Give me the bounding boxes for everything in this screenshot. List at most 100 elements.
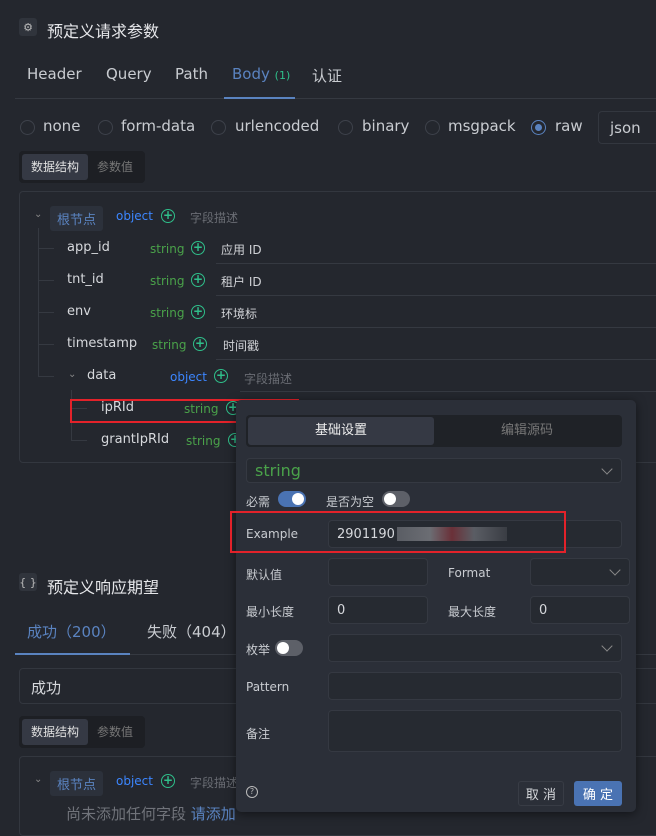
tab-auth[interactable]: 认证 <box>312 65 342 86</box>
chevron-down-icon[interactable]: ⌄ <box>34 209 42 220</box>
braces-icon: { } <box>19 573 37 591</box>
add-icon[interactable]: + <box>214 369 228 383</box>
required-toggle[interactable] <box>278 491 306 507</box>
enum-label: 枚举 <box>246 643 271 657</box>
tab-source[interactable]: 编辑源码 <box>434 417 620 445</box>
type-select[interactable]: string <box>246 458 622 483</box>
highlight-box <box>230 511 566 553</box>
tab-header[interactable]: Header <box>27 65 82 83</box>
type-label[interactable]: object <box>170 370 207 384</box>
radio-label: raw <box>555 117 583 135</box>
empty-text: 尚未添加任何字段 请添加 <box>66 803 236 824</box>
tab-indicator <box>15 653 130 655</box>
note-textarea[interactable] <box>328 710 622 752</box>
chevron-down-icon[interactable]: ⌄ <box>34 774 42 785</box>
format-label: Format <box>448 566 491 580</box>
desc-input[interactable]: 字段描述 <box>190 774 238 791</box>
tab-fail[interactable]: 失败（404） <box>147 621 236 642</box>
radio-form-data[interactable] <box>98 120 113 135</box>
tab-basic[interactable]: 基础设置 <box>248 417 434 445</box>
tab-label: Body <box>232 65 270 83</box>
view-toggle: 数据结构 参数值 <box>19 716 146 748</box>
enum-toggle[interactable] <box>275 640 303 656</box>
type-label[interactable]: string <box>150 274 184 288</box>
chevron-down-icon <box>609 564 621 576</box>
desc-input[interactable]: 字段描述 <box>244 370 292 387</box>
field-name[interactable]: timestamp <box>67 336 137 351</box>
field-desc[interactable]: 租户 ID <box>221 273 262 290</box>
default-label: 默认值 <box>246 568 283 582</box>
add-icon[interactable]: + <box>193 337 207 351</box>
radio-label: urlencoded <box>235 117 320 135</box>
field-name[interactable]: grantIpRId <box>101 432 169 447</box>
field-desc[interactable]: 时间戳 <box>223 337 259 354</box>
tab-body[interactable]: Body (1) <box>232 65 290 83</box>
add-icon[interactable]: + <box>161 209 175 223</box>
tab-success[interactable]: 成功（200） <box>27 621 116 642</box>
help-icon[interactable]: ? <box>246 786 258 798</box>
type-label[interactable]: string <box>186 434 220 448</box>
section-title: 预定义请求参数 <box>47 22 160 41</box>
radio-msgpack[interactable] <box>425 120 440 135</box>
tab-indicator <box>224 97 295 99</box>
confirm-button[interactable]: 确 定 <box>574 781 622 806</box>
field-name[interactable]: data <box>87 368 116 383</box>
enum-select[interactable] <box>328 634 622 662</box>
radio-raw[interactable] <box>531 120 546 135</box>
field-name[interactable]: tnt_id <box>67 272 104 287</box>
type-label[interactable]: string <box>150 306 184 320</box>
field-name[interactable]: env <box>67 304 91 319</box>
add-icon[interactable]: + <box>191 241 205 255</box>
radio-label: msgpack <box>448 117 516 135</box>
field-desc[interactable]: 应用 ID <box>221 241 262 258</box>
type-label[interactable]: string <box>150 242 184 256</box>
chevron-down-icon <box>601 462 613 475</box>
radio-binary[interactable] <box>338 120 353 135</box>
radio-label: none <box>43 117 81 135</box>
section-title: 预定义响应期望 <box>47 578 160 597</box>
max-length-label: 最大长度 <box>448 605 497 619</box>
type-label[interactable]: object <box>116 209 153 223</box>
type-value: string <box>255 461 301 480</box>
field-name[interactable]: app_id <box>67 240 110 255</box>
field-settings-popup: 基础设置 编辑源码 string 必需 是否为空 Example 2901190… <box>230 400 636 812</box>
root-node[interactable]: 根节点 <box>50 771 104 796</box>
add-icon[interactable]: + <box>191 305 205 319</box>
tab-values[interactable]: 参数值 <box>88 154 142 180</box>
type-label[interactable]: string <box>152 338 186 352</box>
tab-structure[interactable]: 数据结构 <box>22 719 89 745</box>
format-select[interactable] <box>530 558 630 586</box>
sliders-icon: ⚙ <box>19 18 37 36</box>
add-icon[interactable]: + <box>191 273 205 287</box>
type-label[interactable]: object <box>116 774 153 788</box>
raw-format-select[interactable]: json <box>598 111 656 144</box>
tab-values[interactable]: 参数值 <box>88 719 142 745</box>
divider <box>15 98 656 99</box>
chevron-down-icon <box>601 640 613 652</box>
chevron-down-icon[interactable]: ⌄ <box>68 369 76 380</box>
empty-label: 尚未添加任何字段 <box>66 805 187 823</box>
root-node[interactable]: 根节点 <box>50 206 104 231</box>
tab-query[interactable]: Query <box>106 65 152 83</box>
radio-label: form-data <box>121 117 196 135</box>
tab-structure[interactable]: 数据结构 <box>22 154 89 180</box>
note-label: 备注 <box>246 727 271 741</box>
default-input[interactable] <box>328 558 428 586</box>
tab-path[interactable]: Path <box>175 65 208 83</box>
max-length-input[interactable]: 0 <box>530 596 630 624</box>
radio-label: binary <box>362 117 410 135</box>
field-desc[interactable]: 环境标 <box>221 305 257 322</box>
radio-none[interactable] <box>20 120 35 135</box>
desc-input[interactable]: 字段描述 <box>190 209 238 226</box>
add-field-link[interactable]: 请添加 <box>191 805 236 823</box>
cancel-button[interactable]: 取 消 <box>518 781 564 806</box>
radio-urlencoded[interactable] <box>211 120 226 135</box>
pattern-input[interactable] <box>328 672 622 700</box>
pattern-label: Pattern <box>246 680 290 694</box>
add-icon[interactable]: + <box>161 774 175 788</box>
min-length-input[interactable]: 0 <box>328 596 428 624</box>
required-label: 必需 <box>246 495 271 509</box>
nullable-toggle[interactable] <box>382 491 410 507</box>
popup-tabs: 基础设置 编辑源码 <box>246 415 622 447</box>
count-badge: (1) <box>274 69 291 82</box>
